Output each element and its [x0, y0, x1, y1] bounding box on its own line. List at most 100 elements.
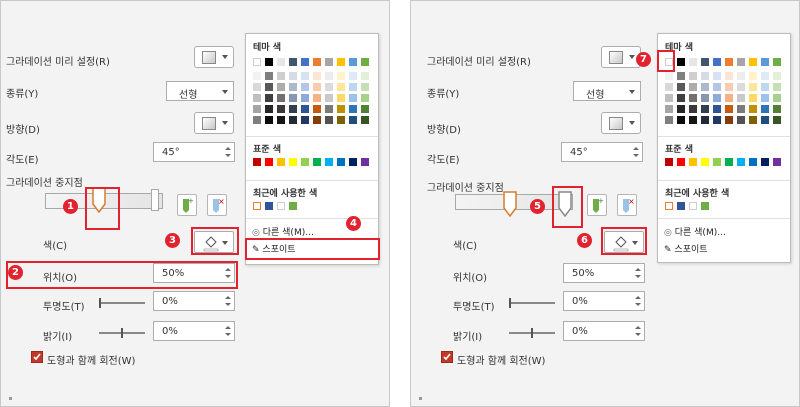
rotate-with-shape-checkbox[interactable] [31, 351, 43, 363]
color-swatch[interactable] [325, 83, 333, 91]
spin-down-icon[interactable] [225, 333, 231, 336]
color-swatch[interactable] [301, 158, 309, 166]
color-swatch[interactable] [349, 105, 357, 113]
more-colors-item[interactable]: ◎ 다른 색(M)... [664, 225, 726, 238]
color-swatch[interactable] [277, 158, 285, 166]
angle-spinner[interactable]: 45° [561, 142, 643, 162]
color-swatch[interactable] [689, 58, 697, 66]
color-swatch[interactable] [713, 105, 721, 113]
color-swatch[interactable] [701, 58, 709, 66]
direction-button[interactable] [601, 112, 641, 134]
color-swatch[interactable] [737, 116, 745, 124]
color-swatch[interactable] [349, 116, 357, 124]
color-swatch[interactable] [253, 202, 261, 210]
color-swatch[interactable] [761, 158, 769, 166]
spin-up-icon[interactable] [635, 326, 641, 329]
color-swatch[interactable] [361, 158, 369, 166]
rotate-with-shape-checkbox[interactable] [441, 351, 453, 363]
color-swatch[interactable] [313, 116, 321, 124]
color-swatch[interactable] [325, 116, 333, 124]
color-swatch[interactable] [749, 105, 757, 113]
more-colors-item[interactable]: ◎ 다른 색(M)... [252, 225, 314, 238]
spin-up-icon[interactable] [225, 147, 231, 150]
color-swatch[interactable] [737, 94, 745, 102]
color-swatch[interactable] [701, 83, 709, 91]
color-swatch[interactable] [361, 83, 369, 91]
color-swatch[interactable] [325, 105, 333, 113]
color-swatch[interactable] [337, 94, 345, 102]
brightness-spinner[interactable]: 0% [153, 321, 235, 341]
color-swatch[interactable] [689, 94, 697, 102]
color-swatch[interactable] [325, 58, 333, 66]
transparency-slider-thumb[interactable] [99, 298, 101, 308]
color-swatch[interactable] [301, 116, 309, 124]
color-swatch[interactable] [349, 72, 357, 80]
color-swatch[interactable] [313, 105, 321, 113]
color-swatch[interactable] [701, 94, 709, 102]
color-swatch[interactable] [689, 72, 697, 80]
color-swatch[interactable] [713, 94, 721, 102]
color-swatch[interactable] [737, 72, 745, 80]
color-swatch[interactable] [265, 83, 273, 91]
color-swatch[interactable] [665, 105, 673, 113]
color-swatch[interactable] [689, 202, 697, 210]
color-swatch[interactable] [677, 58, 685, 66]
color-swatch[interactable] [265, 158, 273, 166]
color-swatch[interactable] [713, 158, 721, 166]
color-swatch[interactable] [265, 72, 273, 80]
color-swatch[interactable] [349, 158, 357, 166]
gradient-preset-button[interactable] [601, 46, 641, 68]
color-swatch[interactable] [289, 105, 297, 113]
color-swatch[interactable] [277, 72, 285, 80]
color-swatch[interactable] [725, 58, 733, 66]
color-swatch[interactable] [761, 105, 769, 113]
color-swatch[interactable] [349, 58, 357, 66]
color-swatch[interactable] [677, 94, 685, 102]
spin-down-icon[interactable] [635, 333, 641, 336]
color-swatch[interactable] [289, 94, 297, 102]
spin-up-icon[interactable] [225, 296, 231, 299]
position-spinner[interactable]: 50% [563, 263, 645, 283]
color-swatch[interactable] [761, 58, 769, 66]
spin-down-icon[interactable] [225, 303, 231, 306]
gradient-stop-marker[interactable] [503, 191, 517, 217]
color-swatch[interactable] [725, 158, 733, 166]
color-swatch[interactable] [265, 58, 273, 66]
type-select[interactable]: 선형 [166, 81, 234, 101]
color-swatch[interactable] [749, 94, 757, 102]
color-swatch[interactable] [301, 94, 309, 102]
color-swatch[interactable] [265, 202, 273, 210]
color-swatch[interactable] [665, 83, 673, 91]
color-swatch[interactable] [773, 58, 781, 66]
color-swatch[interactable] [713, 83, 721, 91]
color-swatch[interactable] [701, 116, 709, 124]
color-swatch[interactable] [289, 116, 297, 124]
color-swatch[interactable] [253, 83, 261, 91]
color-swatch[interactable] [337, 105, 345, 113]
remove-gradient-stop-button[interactable]: × [617, 194, 637, 216]
color-swatch[interactable] [677, 158, 685, 166]
color-swatch[interactable] [749, 158, 757, 166]
color-swatch[interactable] [289, 83, 297, 91]
color-swatch[interactable] [749, 72, 757, 80]
color-swatch[interactable] [773, 72, 781, 80]
color-swatch[interactable] [689, 116, 697, 124]
spin-up-icon[interactable] [225, 326, 231, 329]
brightness-slider-thumb[interactable] [121, 328, 123, 338]
color-swatch[interactable] [325, 72, 333, 80]
add-gradient-stop-button[interactable]: + [177, 194, 197, 216]
color-swatch[interactable] [361, 105, 369, 113]
gradient-preset-button[interactable] [194, 46, 234, 68]
color-swatch[interactable] [313, 72, 321, 80]
transparency-slider[interactable] [99, 302, 145, 304]
color-swatch[interactable] [761, 116, 769, 124]
color-swatch[interactable] [737, 83, 745, 91]
color-swatch[interactable] [301, 58, 309, 66]
color-swatch[interactable] [761, 94, 769, 102]
color-swatch[interactable] [677, 83, 685, 91]
color-swatch[interactable] [313, 94, 321, 102]
color-swatch[interactable] [773, 105, 781, 113]
color-swatch[interactable] [325, 158, 333, 166]
transparency-spinner[interactable]: 0% [563, 291, 645, 311]
color-swatch[interactable] [277, 58, 285, 66]
